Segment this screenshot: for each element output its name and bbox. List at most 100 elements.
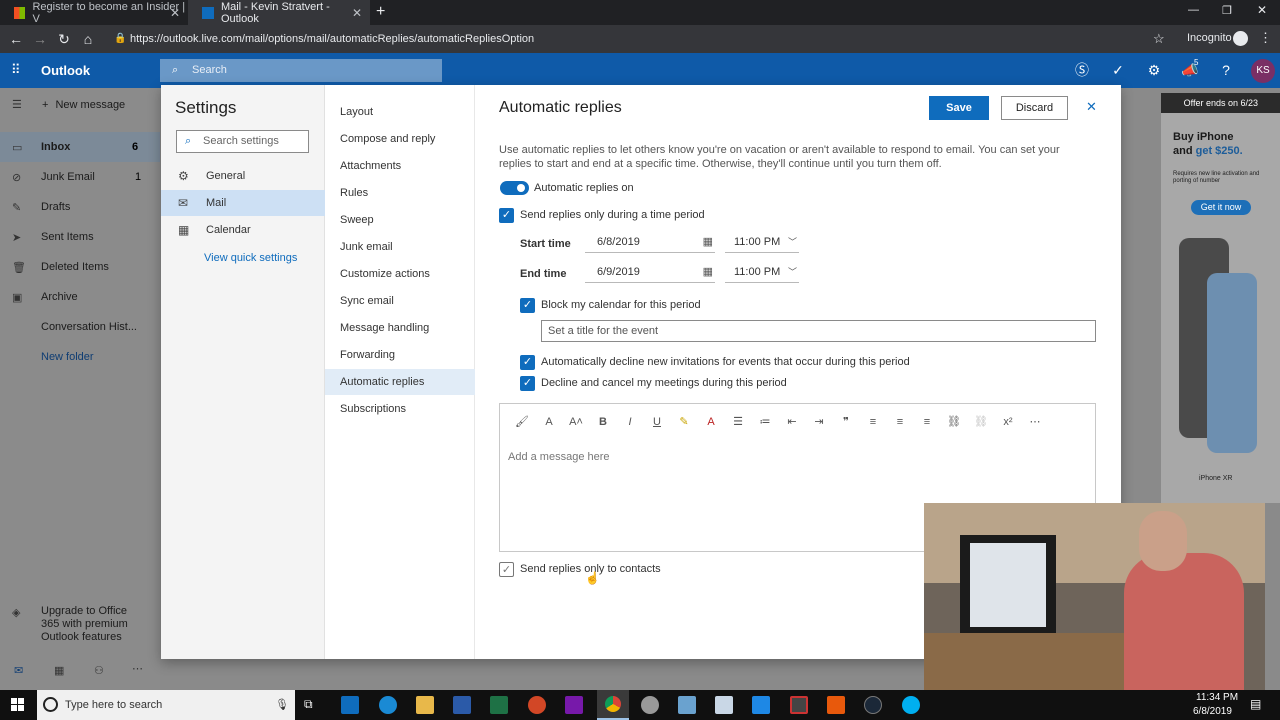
settings-search-input[interactable]: ⌕ Search settings xyxy=(176,130,309,153)
office-app-icon[interactable] xyxy=(827,696,845,714)
hamburger-icon[interactable]: ☰ xyxy=(12,98,22,111)
bookmark-star-icon[interactable]: ☆ xyxy=(1153,31,1165,47)
align-right-icon[interactable]: ≡ xyxy=(918,413,936,431)
font-icon[interactable]: A xyxy=(540,413,558,431)
mail-item-junk[interactable]: Junk email xyxy=(325,234,475,260)
auto-replies-toggle[interactable] xyxy=(500,181,529,195)
new-message-button[interactable]: + New message xyxy=(42,99,125,111)
close-tab-icon[interactable]: ✕ xyxy=(170,6,180,20)
help-icon[interactable]: ? xyxy=(1217,61,1235,79)
view-quick-settings-link[interactable]: View quick settings xyxy=(204,252,297,264)
start-date-field[interactable]: 6/8/2019 ▦ xyxy=(585,232,715,253)
highlight-icon[interactable]: ✎ xyxy=(675,413,693,431)
powerpoint-app-icon[interactable] xyxy=(528,696,546,714)
people-icon[interactable]: ⚇ xyxy=(94,664,104,677)
app-icon-9[interactable] xyxy=(678,696,696,714)
align-left-icon[interactable]: ≡ xyxy=(864,413,882,431)
align-center-icon[interactable]: ≡ xyxy=(891,413,909,431)
increase-indent-icon[interactable]: ⇥ xyxy=(810,413,828,431)
underline-icon[interactable]: U xyxy=(648,413,666,431)
calendar-icon[interactable]: ▦ xyxy=(54,664,64,677)
app-icon-10[interactable] xyxy=(715,696,733,714)
contacts-only-checkbox[interactable]: ✓ xyxy=(499,562,514,577)
close-icon[interactable]: ✕ xyxy=(1086,99,1097,115)
edge-app-icon[interactable] xyxy=(379,696,397,714)
skype-app-icon[interactable] xyxy=(902,696,920,714)
bold-icon[interactable]: B xyxy=(594,413,612,431)
quote-icon[interactable]: ❞ xyxy=(837,413,855,431)
onenote-app-icon[interactable] xyxy=(565,696,583,714)
task-view-icon[interactable]: ⧉ xyxy=(304,697,313,712)
browser-tab-outlook[interactable]: Mail - Kevin Stratvert - Outlook ✕ xyxy=(188,0,370,25)
folder-junk[interactable]: Junk Email xyxy=(41,171,95,183)
mail-item-forwarding[interactable]: Forwarding xyxy=(325,342,475,368)
discard-button[interactable]: Discard xyxy=(1001,96,1068,120)
back-icon[interactable]: ← xyxy=(7,30,25,48)
forward-icon[interactable]: → xyxy=(31,30,49,48)
time-period-checkbox[interactable]: ✓ xyxy=(499,208,514,223)
chrome-app-active[interactable] xyxy=(597,690,629,720)
reload-icon[interactable]: ↻ xyxy=(55,30,73,48)
format-painter-icon[interactable]: 🖌 xyxy=(513,413,531,431)
more-apps-icon[interactable]: ⋯ xyxy=(132,662,143,675)
message-body-input[interactable]: Add a message here xyxy=(508,451,610,463)
windows-start-icon[interactable] xyxy=(11,698,25,712)
category-general[interactable]: ⚙ General xyxy=(161,163,325,189)
new-tab-button[interactable]: + xyxy=(376,3,385,21)
link-icon[interactable]: ⛓ xyxy=(945,413,963,431)
start-time-field[interactable]: 11:00 PM ﹀ xyxy=(725,232,799,253)
superscript-icon[interactable]: x² xyxy=(999,413,1017,431)
font-color-icon[interactable]: A xyxy=(702,413,720,431)
mail-item-sync[interactable]: Sync email xyxy=(325,288,475,314)
end-time-field[interactable]: 11:00 PM ﹀ xyxy=(725,262,799,283)
clock-time[interactable]: 11:34 PM xyxy=(1196,692,1238,703)
event-title-input[interactable]: Set a title for the event xyxy=(541,320,1096,342)
restore-button[interactable]: ❐ xyxy=(1222,4,1232,17)
ad-cta-button[interactable]: Get it now xyxy=(1191,200,1251,215)
auto-decline-checkbox[interactable]: ✓ xyxy=(520,355,535,370)
mail-item-customize[interactable]: Customize actions xyxy=(325,261,475,287)
clock-date[interactable]: 6/8/2019 xyxy=(1193,706,1232,717)
font-size-icon[interactable]: A˄ xyxy=(567,413,585,431)
close-window-button[interactable]: ✕ xyxy=(1257,3,1267,17)
home-icon[interactable]: ⌂ xyxy=(79,30,97,48)
mail-item-automatic-replies[interactable]: Automatic replies xyxy=(325,369,475,395)
folder-conversation-history[interactable]: Conversation Hist... xyxy=(41,321,137,333)
category-mail[interactable]: ✉ Mail xyxy=(161,190,325,216)
mail-item-rules[interactable]: Rules xyxy=(325,180,475,206)
taskbar-search-input[interactable]: Type here to search 🎙 xyxy=(37,690,295,720)
avatar[interactable]: KS xyxy=(1251,59,1275,83)
steam-app-icon[interactable] xyxy=(864,696,882,714)
incognito-icon[interactable] xyxy=(1233,31,1248,46)
app-icon-11[interactable] xyxy=(752,696,770,714)
block-calendar-checkbox[interactable]: ✓ xyxy=(520,298,535,313)
menu-kebab-icon[interactable]: ⋮ xyxy=(1259,30,1272,46)
mail-item-layout[interactable]: Layout xyxy=(325,99,475,125)
browser-tab-insider[interactable]: Register to become an Insider | V ✕ xyxy=(0,0,188,25)
save-button[interactable]: Save xyxy=(929,96,989,120)
decline-cancel-checkbox[interactable]: ✓ xyxy=(520,376,535,391)
file-explorer-icon[interactable] xyxy=(416,696,434,714)
mail-item-subscriptions[interactable]: Subscriptions xyxy=(325,396,475,422)
calendar-picker-icon[interactable]: ▦ xyxy=(703,262,713,282)
decrease-indent-icon[interactable]: ⇤ xyxy=(783,413,801,431)
mail-icon[interactable]: ✉ xyxy=(14,664,23,677)
end-date-field[interactable]: 6/9/2019 ▦ xyxy=(585,262,715,283)
new-folder-link[interactable]: New folder xyxy=(41,351,94,363)
folder-archive[interactable]: Archive xyxy=(41,291,78,303)
outlook-app-icon[interactable] xyxy=(341,696,359,714)
mail-item-message-handling[interactable]: Message handling xyxy=(325,315,475,341)
url-field[interactable]: 🔒 https://outlook.live.com/mail/options/… xyxy=(112,29,1172,49)
close-tab-icon[interactable]: ✕ xyxy=(352,6,362,20)
numbering-icon[interactable]: ≔ xyxy=(756,413,774,431)
mail-search-input[interactable]: ⌕ Search xyxy=(160,59,442,82)
mail-item-sweep[interactable]: Sweep xyxy=(325,207,475,233)
unlink-icon[interactable]: ⛓ xyxy=(972,413,990,431)
microphone-icon[interactable]: 🎙 xyxy=(275,690,289,720)
app-launcher-icon[interactable]: ⠿ xyxy=(11,62,21,78)
bullets-icon[interactable]: ☰ xyxy=(729,413,747,431)
settings-gear-icon[interactable]: ⚙ xyxy=(1145,61,1163,79)
category-calendar[interactable]: ▦ Calendar xyxy=(161,217,325,243)
word-app-icon[interactable] xyxy=(453,696,471,714)
italic-icon[interactable]: I xyxy=(621,413,639,431)
